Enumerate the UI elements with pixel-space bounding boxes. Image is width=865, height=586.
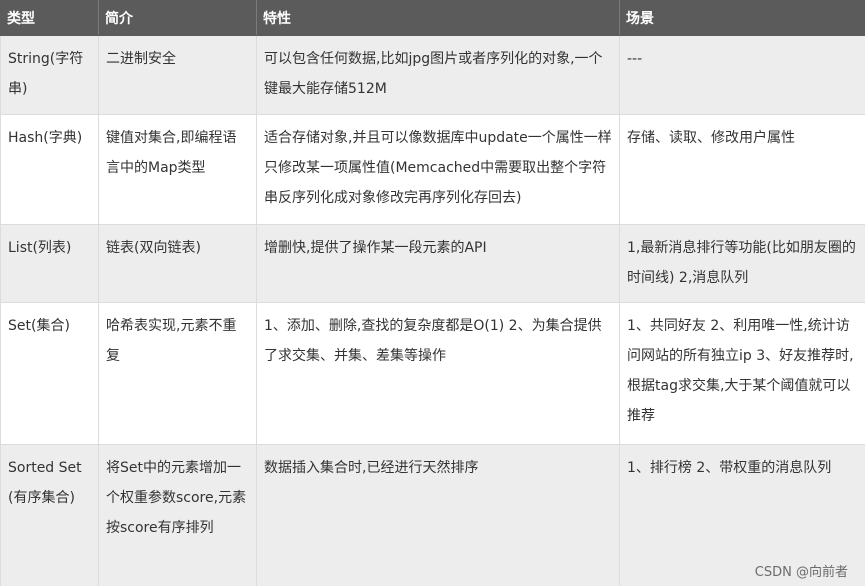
cell-intro: 链表(双向链表) xyxy=(98,224,257,303)
cell-scenarios: 存储、读取、修改用户属性 xyxy=(619,114,865,225)
cell-features: 数据插入集合时,已经进行天然排序 xyxy=(256,444,620,586)
cell-type: List(列表) xyxy=(0,224,99,303)
cell-scenarios: 1、共同好友 2、利用唯一性,统计访问网站的所有独立ip 3、好友推荐时,根据t… xyxy=(619,302,865,445)
cell-intro: 将Set中的元素增加一个权重参数score,元素按score有序排列 xyxy=(98,444,257,586)
table-row: Set(集合) 哈希表实现,元素不重复 1、添加、删除,查找的复杂度都是O(1)… xyxy=(0,302,865,445)
cell-intro: 哈希表实现,元素不重复 xyxy=(98,302,257,445)
cell-type: Hash(字典) xyxy=(0,114,99,225)
cell-features: 增删快,提供了操作某一段元素的API xyxy=(256,224,620,303)
cell-intro: 键值对集合,即编程语言中的Map类型 xyxy=(98,114,257,225)
table-row: String(字符串) 二进制安全 可以包含任何数据,比如jpg图片或者序列化的… xyxy=(0,35,865,115)
cell-scenarios: 1,最新消息排行等功能(比如朋友圈的时间线) 2,消息队列 xyxy=(619,224,865,303)
cell-type: String(字符串) xyxy=(0,35,99,115)
cell-features: 1、添加、删除,查找的复杂度都是O(1) 2、为集合提供了求交集、并集、差集等操… xyxy=(256,302,620,445)
table-row: Hash(字典) 键值对集合,即编程语言中的Map类型 适合存储对象,并且可以像… xyxy=(0,114,865,225)
page: 类型 简介 特性 场景 String(字符串) 二进制安全 可以包含任何数据,比… xyxy=(0,0,865,586)
cell-type: Set(集合) xyxy=(0,302,99,445)
header-type: 类型 xyxy=(0,0,99,36)
cell-type: Sorted Set(有序集合) xyxy=(0,444,99,586)
redis-data-types-table: 类型 简介 特性 场景 String(字符串) 二进制安全 可以包含任何数据,比… xyxy=(0,0,865,586)
table-header: 类型 简介 特性 场景 xyxy=(0,0,865,36)
header-scenarios: 场景 xyxy=(619,0,865,36)
cell-intro: 二进制安全 xyxy=(98,35,257,115)
table-row: Sorted Set(有序集合) 将Set中的元素增加一个权重参数score,元… xyxy=(0,444,865,586)
header-intro: 简介 xyxy=(98,0,257,36)
table-row: List(列表) 链表(双向链表) 增删快,提供了操作某一段元素的API 1,最… xyxy=(0,224,865,303)
cell-features: 可以包含任何数据,比如jpg图片或者序列化的对象,一个键最大能存储512M xyxy=(256,35,620,115)
header-row: 类型 简介 特性 场景 xyxy=(0,0,865,36)
watermark-text: CSDN @向前者 xyxy=(754,565,848,580)
header-features: 特性 xyxy=(256,0,620,36)
cell-scenarios: --- xyxy=(619,35,865,115)
cell-features: 适合存储对象,并且可以像数据库中update一个属性一样只修改某一项属性值(Me… xyxy=(256,114,620,225)
table-body: String(字符串) 二进制安全 可以包含任何数据,比如jpg图片或者序列化的… xyxy=(0,35,865,586)
